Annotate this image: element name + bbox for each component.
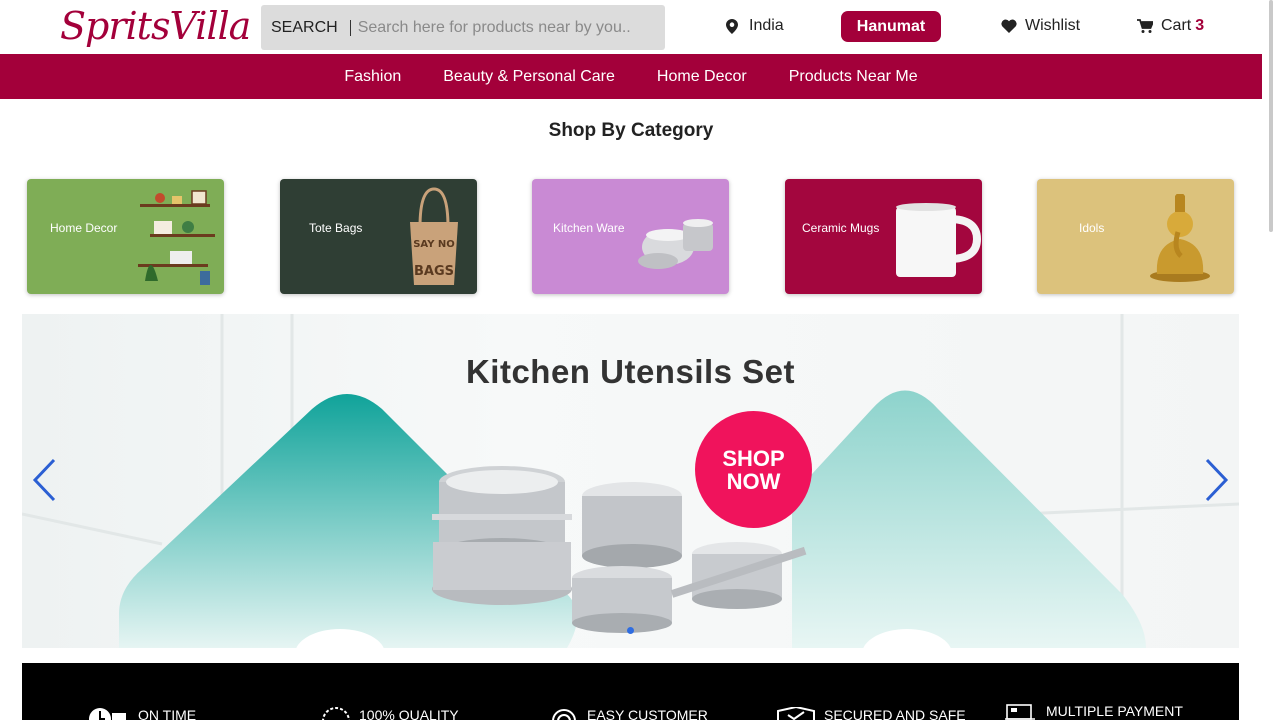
category-card-tote-bags[interactable]: Tote Bags SAY NO BAGS <box>280 179 477 294</box>
feature-customer-support: EASY CUSTOMER <box>551 707 708 720</box>
payment-card-icon <box>1005 704 1035 720</box>
cart-count-badge: 3 <box>1195 17 1205 34</box>
category-card-ceramic-mugs[interactable]: Ceramic Mugs <box>785 179 982 294</box>
category-label: Home Decor <box>50 221 118 235</box>
search-divider <box>349 19 351 36</box>
wishlist-label: Wishlist <box>1025 17 1081 34</box>
svg-text:BAGS: BAGS <box>414 264 454 279</box>
feature-quality: 100% QUALITY <box>319 707 459 720</box>
wishlist-link[interactable]: Wishlist <box>1001 17 1080 35</box>
search-bar: SEARCH <box>261 5 665 50</box>
cookware-image <box>638 219 713 269</box>
category-label: Tote Bags <box>309 221 363 235</box>
shop-now-button[interactable]: SHOP NOW <box>695 411 812 528</box>
svg-text:SAY NO: SAY NO <box>413 239 455 250</box>
heart-icon <box>1001 19 1017 33</box>
cart-link[interactable]: Cart 3 <box>1137 17 1204 35</box>
category-card-idols[interactable]: Idols <box>1037 179 1234 294</box>
shield-icon <box>777 707 815 720</box>
feature-payment: MULTIPLE PAYMENT <box>1004 703 1183 720</box>
category-card-home-decor[interactable]: Home Decor <box>27 179 224 294</box>
category-label: Ceramic Mugs <box>802 221 880 235</box>
hero-banner-slider[interactable]: Kitchen Utensils Set SHOP NOW <box>22 314 1239 648</box>
features-bar: ON TIME 100% QUALITY EASY CUSTOMER SECUR… <box>22 663 1239 720</box>
site-logo[interactable]: SpritsVilla <box>60 2 251 50</box>
support-icon <box>552 709 576 720</box>
clock-delivery-icon <box>89 708 126 720</box>
nav-item-home-decor[interactable]: Home Decor <box>657 68 747 86</box>
chevron-right-icon[interactable] <box>1203 458 1229 502</box>
page-scrollbar[interactable] <box>1269 0 1273 232</box>
location-label: India <box>749 17 784 34</box>
feature-label: 100% QUALITY <box>359 707 459 720</box>
feature-label: EASY CUSTOMER <box>587 707 708 720</box>
shopping-cart-icon <box>1137 18 1153 33</box>
feature-label: SECURED AND SAFE <box>824 707 966 720</box>
category-label: Idols <box>1079 221 1105 235</box>
feature-secured: SECURED AND SAFE <box>776 707 966 720</box>
nav-item-beauty[interactable]: Beauty & Personal Care <box>443 68 615 86</box>
location-selector[interactable]: India <box>726 17 784 35</box>
tote-bag-image: SAY NO BAGS <box>410 187 458 285</box>
cart-label: Cart <box>1161 17 1192 34</box>
wall-shelf-image <box>138 190 215 285</box>
user-account-button[interactable]: Hanumat <box>841 11 941 42</box>
chevron-left-icon[interactable] <box>32 458 58 502</box>
feature-label: ON TIME <box>138 707 197 720</box>
main-nav: Fashion Beauty & Personal Care Home Deco… <box>0 54 1262 99</box>
map-pin-icon <box>726 18 738 34</box>
nav-item-fashion[interactable]: Fashion <box>344 68 401 86</box>
nav-item-products-near-me[interactable]: Products Near Me <box>789 68 918 86</box>
category-label: Kitchen Ware <box>553 221 625 235</box>
quality-badge-icon <box>322 707 350 720</box>
mug-image <box>896 203 981 277</box>
feature-on-time: ON TIME <box>88 707 196 720</box>
idol-image <box>1150 194 1210 282</box>
shop-now-line2: NOW <box>726 468 781 494</box>
search-input[interactable] <box>357 18 648 37</box>
top-header: SpritsVilla SEARCH India Hanumat Wishlis… <box>0 0 1262 54</box>
feature-label: MULTIPLE PAYMENT <box>1046 703 1183 719</box>
shop-now-line1: SHOP <box>722 445 785 471</box>
slider-dot-active[interactable] <box>627 627 634 634</box>
banner-title: Kitchen Utensils Set <box>465 353 796 390</box>
shop-by-category-title: Shop By Category <box>548 120 714 141</box>
search-label: SEARCH <box>271 18 338 36</box>
category-card-kitchen-ware[interactable]: Kitchen Ware <box>532 179 729 294</box>
